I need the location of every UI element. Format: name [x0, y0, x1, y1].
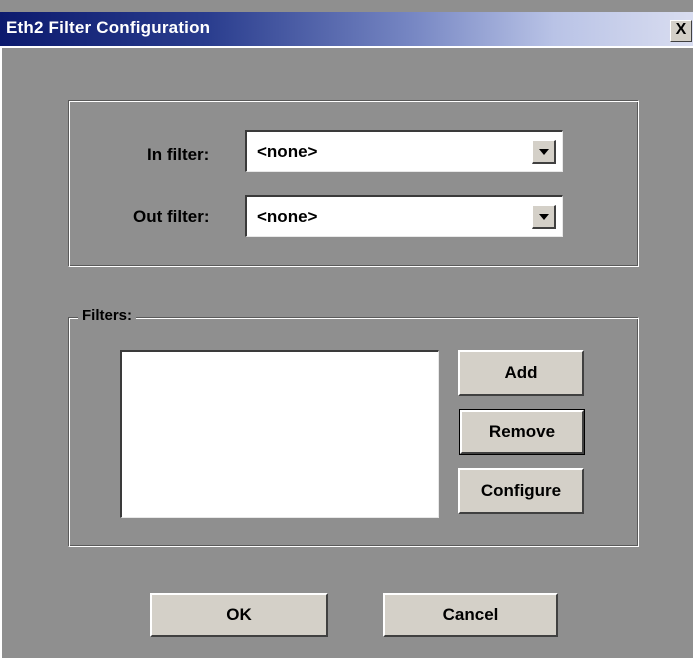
window-frame-top: [0, 46, 693, 48]
filters-group-label: Filters:: [78, 307, 137, 324]
out-filter-dropdown[interactable]: <none>: [245, 195, 563, 237]
remove-button[interactable]: Remove: [459, 409, 585, 455]
window-frame-left: [0, 48, 2, 658]
in-filter-value: <none>: [257, 142, 318, 161]
close-icon: X: [675, 21, 687, 38]
out-filter-value: <none>: [257, 207, 318, 226]
in-filter-dropdown[interactable]: <none>: [245, 130, 563, 172]
add-button[interactable]: Add: [458, 350, 584, 396]
filter-selection-group: [68, 100, 639, 267]
title-bar[interactable]: Eth2 Filter Configuration X: [0, 12, 693, 46]
ok-button[interactable]: OK: [150, 593, 328, 637]
filters-list[interactable]: [120, 350, 439, 518]
chevron-down-icon[interactable]: [532, 205, 556, 229]
in-filter-label: In filter:: [147, 145, 210, 164]
close-button[interactable]: X: [670, 20, 692, 42]
chevron-down-icon[interactable]: [532, 140, 556, 164]
cancel-button[interactable]: Cancel: [383, 593, 558, 637]
window-title: Eth2 Filter Configuration: [6, 18, 211, 37]
out-filter-label: Out filter:: [133, 207, 210, 226]
configure-button[interactable]: Configure: [458, 468, 584, 514]
